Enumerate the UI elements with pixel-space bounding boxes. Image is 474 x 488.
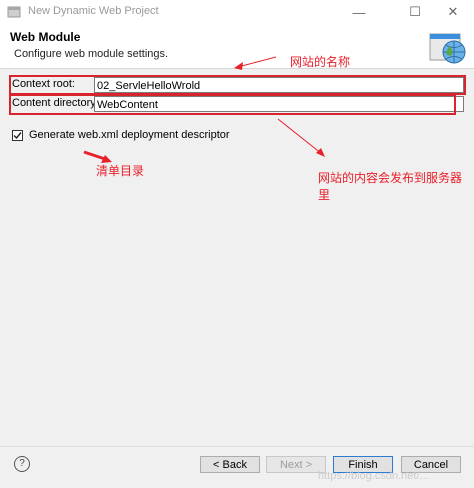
annotation-publish-2: 里 [318,188,331,202]
checkmark-icon [13,132,22,140]
window-titlebar: New Dynamic Web Project — ☐ ✕ [0,0,474,24]
page-subtitle: Configure web module settings. [14,48,169,60]
annotation-site-name: 网站的名称 [290,55,351,69]
annotation-manifest: 清单目录 [96,164,145,178]
back-button[interactable]: < Back [200,456,260,473]
eclipse-app-icon [7,6,21,18]
wizard-header: Web Module Configure web module settings… [0,24,474,69]
generate-webxml-checkbox[interactable] [12,130,23,141]
annotation-arrows [83,56,325,163]
web-project-globe-icon [429,33,466,64]
arrow-manifest [83,150,109,162]
watermark-text: https://blog.csdn.net/... [318,470,429,482]
arrow-publish [277,118,323,155]
close-button[interactable]: ✕ [430,0,474,24]
generate-webxml-label: Generate web.xml deployment descriptor [29,129,230,141]
page-title: Web Module [10,30,81,44]
context-root-highlight [9,75,466,95]
help-button[interactable]: ? [14,456,30,472]
content-directory-highlight [9,94,456,115]
arrowhead-publish [316,148,325,157]
window-title: New Dynamic Web Project [28,5,159,17]
annotation-publish-1: 网站的内容会发布到服务器 [318,171,463,185]
minimize-button[interactable]: — [336,0,382,24]
next-button[interactable]: Next > [266,456,326,473]
footer-divider [0,446,474,447]
